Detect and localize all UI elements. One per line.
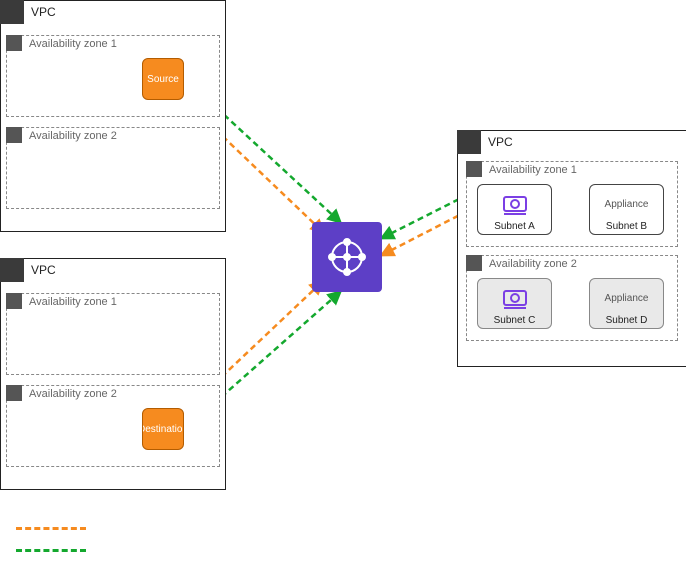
subnet-label: Subnet B <box>592 221 661 232</box>
az-title: Availability zone 1 <box>489 164 577 176</box>
subnet-c: Subnet C <box>477 278 552 329</box>
vpc-source: VPC Availability zone 1 Source Availabil… <box>0 0 226 232</box>
vpc-title: VPC <box>488 135 513 149</box>
az-tab-icon <box>6 127 22 143</box>
legend-swatch-green <box>16 549 86 552</box>
legend-swatch-orange <box>16 527 86 530</box>
az-2: Availability zone 2 <box>6 127 220 209</box>
az-tab-icon <box>466 161 482 177</box>
az-title: Availability zone 1 <box>29 296 117 308</box>
vpc-tab-icon <box>0 0 24 24</box>
az-title: Availability zone 2 <box>29 130 117 142</box>
source-node-label: Source <box>147 73 179 86</box>
az-1: Availability zone 1 <box>6 293 220 375</box>
az-tab-icon <box>466 255 482 271</box>
appliance-label: Appliance <box>605 293 649 304</box>
az-tab-icon <box>6 293 22 309</box>
elb-icon <box>480 189 549 219</box>
vpc-tab-icon <box>0 258 24 282</box>
subnet-a: Subnet A <box>477 184 552 235</box>
az-title: Availability zone 2 <box>489 258 577 270</box>
az-2: Availability zone 2 Subnet C Appliance S… <box>466 255 678 341</box>
az-tab-icon <box>6 385 22 401</box>
appliance-label: Appliance <box>605 199 649 210</box>
source-node: Source <box>142 58 184 100</box>
vpc-tab-icon <box>457 130 481 154</box>
subnet-d: Appliance Subnet D <box>589 278 664 329</box>
vpc-title: VPC <box>31 263 56 277</box>
az-title: Availability zone 1 <box>29 38 117 50</box>
subnet-b: Appliance Subnet B <box>589 184 664 235</box>
subnet-label: Subnet C <box>480 315 549 326</box>
elb-icon <box>480 283 549 313</box>
az-title: Availability zone 2 <box>29 388 117 400</box>
destination-node-label: Destination <box>142 423 184 436</box>
subnet-label: Subnet D <box>592 315 661 326</box>
az-1: Availability zone 1 Source <box>6 35 220 117</box>
vpc-title: VPC <box>31 5 56 19</box>
vpc-appliance: VPC Availability zone 1 Subnet A Applian… <box>457 130 686 367</box>
az-1: Availability zone 1 Subnet A Appliance S… <box>466 161 678 247</box>
transit-gateway-icon <box>312 222 382 292</box>
destination-node: Destination <box>142 408 184 450</box>
az-2: Availability zone 2 Destination <box>6 385 220 467</box>
vpc-destination: VPC Availability zone 1 Availability zon… <box>0 258 226 490</box>
subnet-label: Subnet A <box>480 221 549 232</box>
az-tab-icon <box>6 35 22 51</box>
